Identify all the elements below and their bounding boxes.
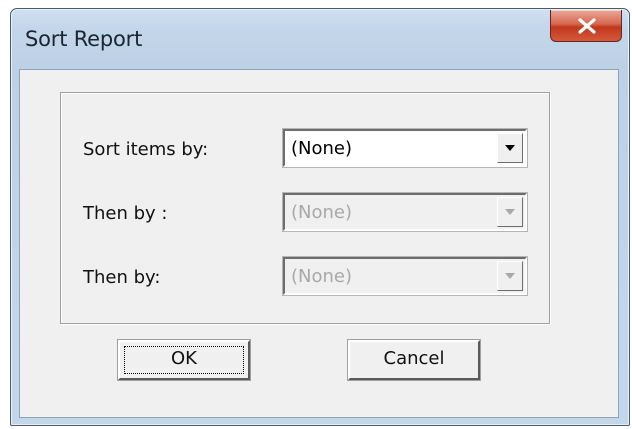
sort-options-group: Sort items by: (None) Then by : (None) T… [60,92,550,324]
close-x-icon [578,18,596,34]
sort-items-by-dropdown[interactable]: (None) [282,128,528,168]
cancel-button-label: Cancel [383,348,445,369]
sort-report-dialog: Sort Report Sort items by: (None) Then b… [10,8,630,426]
dropdown-arrow-button [497,197,523,227]
then-by-2-label: Then by: [83,267,161,288]
chevron-down-icon [505,273,515,279]
chevron-down-icon [505,145,515,151]
window-title: Sort Report [25,27,143,51]
dropdown-arrow-button[interactable] [497,133,523,163]
sort-items-by-value: (None) [291,138,353,159]
dialog-client-area: Sort items by: (None) Then by : (None) T… [19,69,619,418]
ok-button-label: OK [171,348,197,369]
cancel-button[interactable]: Cancel [347,339,481,381]
sort-items-by-label: Sort items by: [83,139,209,160]
chevron-down-icon [505,209,515,215]
then-by-1-label: Then by : [83,203,168,224]
then-by-2-dropdown: (None) [282,256,528,296]
then-by-1-value: (None) [291,202,353,223]
then-by-2-value: (None) [291,266,353,287]
ok-button[interactable]: OK [117,339,251,381]
dropdown-arrow-button [497,261,523,291]
close-button[interactable] [550,10,622,42]
then-by-1-dropdown: (None) [282,192,528,232]
